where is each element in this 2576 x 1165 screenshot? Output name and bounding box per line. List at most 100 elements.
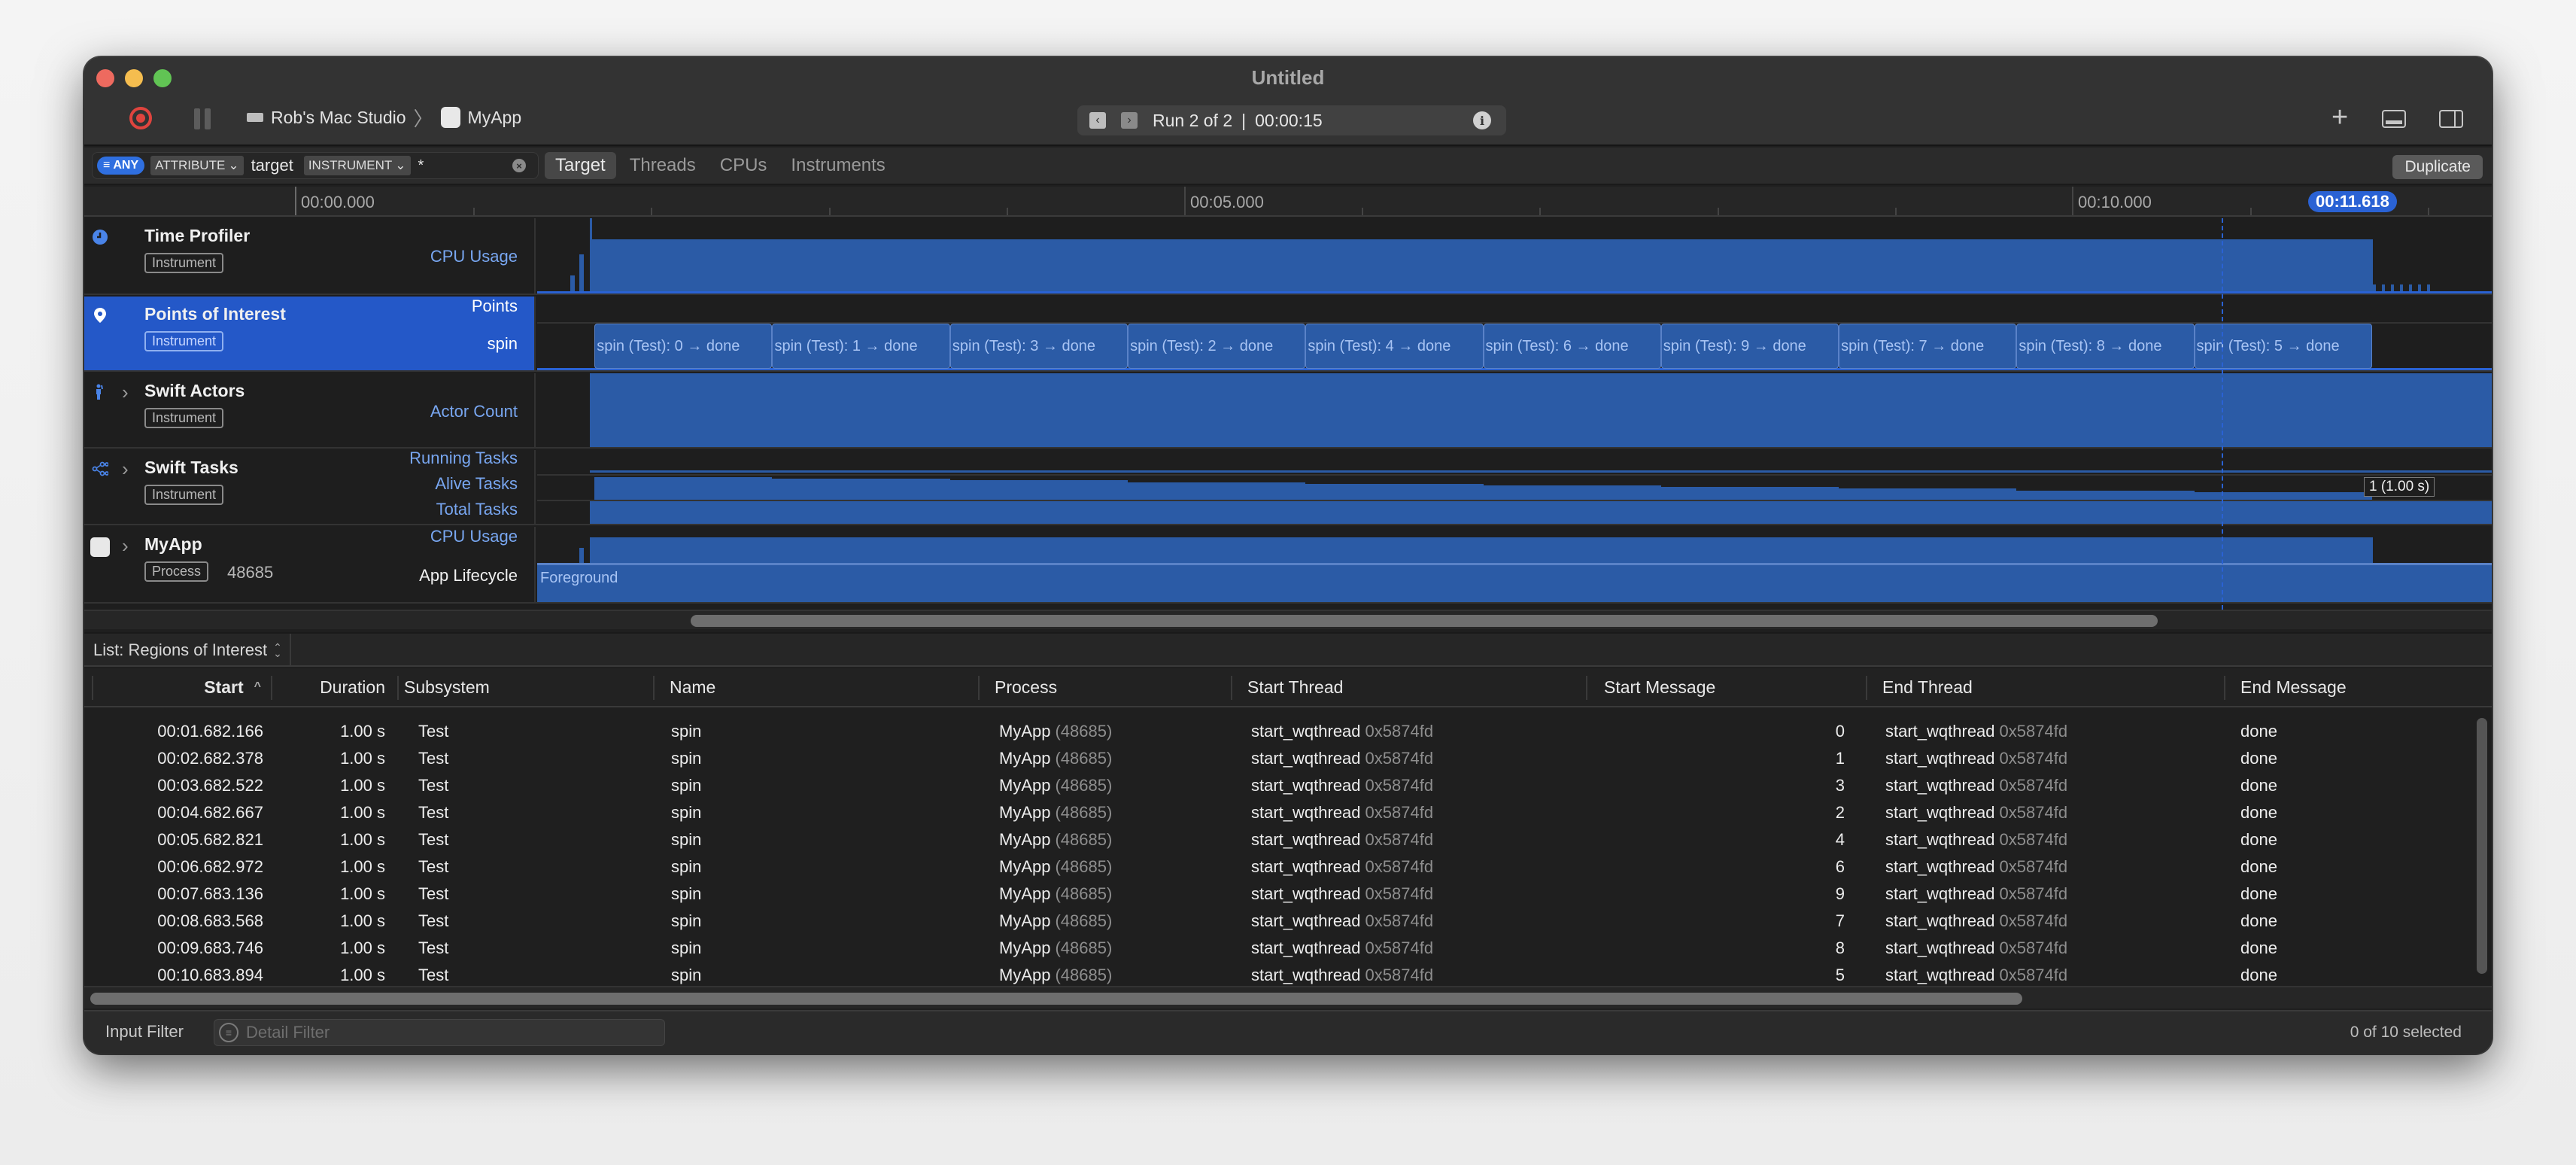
table-row[interactable]: 00:05.682.821 1.00 s Test spin MyApp (48685) s… (84, 826, 2469, 853)
detail-filter-input[interactable]: ≡ Detail Filter (214, 1019, 665, 1046)
end-message-value: done (2240, 830, 2277, 849)
poi-graph[interactable]: spin (Test): 0 → done spin (Test): 1 → do… (537, 297, 2492, 370)
tab-target[interactable]: Target (545, 152, 616, 179)
track-header[interactable]: › Swift Actors Instrument Actor Count (84, 373, 536, 447)
attribute-value[interactable]: target (251, 156, 293, 175)
column-header-subsystem[interactable]: Subsystem (404, 668, 490, 706)
track-points-of-interest[interactable]: Points of Interest Instrument Points spi… (84, 297, 2492, 372)
column-header-start[interactable]: Start ^ (99, 668, 261, 706)
poi-interval[interactable]: spin (Test): 1 → done (772, 324, 950, 369)
cpu-usage-graph[interactable] (537, 218, 2492, 294)
poi-interval[interactable]: spin (Test): 5 → done (2194, 324, 2372, 369)
table-row[interactable]: 00:01.682.166 1.00 s Test spin MyApp (48685) s… (84, 718, 2469, 745)
table-scroll-thumb[interactable] (90, 993, 2022, 1005)
playhead-line[interactable] (2222, 218, 2223, 610)
column-header-process[interactable]: Process (995, 668, 1057, 706)
match-any-token[interactable]: ≡ ANY (97, 157, 145, 175)
list-selector[interactable]: List: Regions of Interest ⌃ ⌄ (93, 634, 291, 667)
target-breadcrumb[interactable]: Rob's Mac Studio 〉 MyApp (247, 104, 521, 131)
track-swift-actors[interactable]: › Swift Actors Instrument Actor Count (84, 373, 2492, 449)
toggle-detail-panel-icon[interactable] (2382, 110, 2406, 128)
column-header-duration[interactable]: Duration (272, 668, 385, 706)
start-value: 00:02.682.378 (157, 749, 263, 768)
pause-button[interactable] (194, 108, 211, 129)
start-thread-id-value: 0x5874fd (1365, 884, 1434, 903)
playhead-time-badge[interactable]: 00:11.618 (2308, 191, 2397, 212)
disclosure-chevron-icon[interactable]: › (122, 458, 129, 481)
duplicate-button[interactable]: Duplicate (2392, 155, 2483, 179)
table-row[interactable]: 00:10.683.894 1.00 s Test spin MyApp (48685) s… (84, 962, 2469, 989)
track-swift-tasks[interactable]: › Swift Tasks Instrument Running Tasks A… (84, 449, 2492, 525)
lane-label-running-tasks: Running Tasks (409, 449, 518, 467)
record-button[interactable] (129, 107, 152, 129)
target-app-name[interactable]: MyApp (468, 108, 522, 128)
poi-interval[interactable]: spin (Test): 6 → done (1483, 324, 1661, 369)
end-thread-id-value: 0x5874fd (1999, 857, 2068, 876)
breadcrumb-separator: 〉 (413, 107, 433, 130)
table-row[interactable]: 00:08.683.568 1.00 s Test spin MyApp (48685) s… (84, 908, 2469, 935)
table-row[interactable]: 00:03.682.522 1.00 s Test spin MyApp (48685) s… (84, 772, 2469, 799)
column-header-start-thread[interactable]: Start Thread (1247, 668, 1343, 706)
actor-count-graph[interactable] (537, 373, 2492, 447)
myapp-graph[interactable]: Foreground (537, 527, 2492, 602)
poi-interval[interactable]: spin (Test): 8 → done (2016, 324, 2195, 369)
table-row[interactable]: 00:06.682.972 1.00 s Test spin MyApp (48685) s… (84, 853, 2469, 881)
tab-threads[interactable]: Threads (619, 152, 706, 179)
subsystem-value: Test (418, 938, 449, 957)
instrument-token-menu[interactable]: INSTRUMENT ⌄ (303, 156, 411, 175)
cell-start-thread: start_wqthread 0x5874fd (1251, 718, 1433, 745)
cpu-usage-spike (579, 254, 584, 294)
column-header-start-message[interactable]: Start Message (1604, 668, 1715, 706)
window-title: Untitled (1251, 66, 1325, 89)
track-header[interactable]: › MyApp Process 48685 CPU Usage App Life… (84, 527, 536, 602)
column-header-end-message[interactable]: End Message (2240, 668, 2347, 706)
start-thread-id-value: 0x5874fd (1365, 911, 1434, 930)
poi-interval[interactable]: spin (Test): 2 → done (1128, 324, 1306, 369)
track-type-badge: Instrument (144, 331, 224, 351)
table-vertical-scrollbar[interactable] (2477, 718, 2487, 974)
table-row[interactable]: 00:04.682.667 1.00 s Test spin MyApp (48685) s… (84, 799, 2469, 826)
table-row[interactable]: 00:09.683.746 1.00 s Test spin MyApp (48685) s… (84, 935, 2469, 962)
column-header-name[interactable]: Name (670, 668, 715, 706)
input-filter-label[interactable]: Input Filter (105, 1022, 184, 1042)
poi-interval[interactable]: spin (Test): 3 → done (949, 324, 1129, 369)
previous-run-button[interactable]: ‹ (1089, 112, 1106, 129)
track-myapp[interactable]: › MyApp Process 48685 CPU Usage App Life… (84, 527, 2492, 604)
disclosure-chevron-icon[interactable]: › (122, 381, 129, 404)
instrument-value[interactable]: * (418, 157, 424, 175)
table-row[interactable]: 00:02.682.378 1.00 s Test spin MyApp (48685) s… (84, 745, 2469, 772)
start-thread-value: start_wqthread (1251, 884, 1361, 903)
disclosure-chevron-icon[interactable]: › (122, 534, 129, 558)
track-header[interactable]: Time Profiler Instrument CPU Usage (84, 218, 536, 294)
poi-interval[interactable]: spin (Test): 4 → done (1305, 324, 1484, 369)
timeline-scroll-thumb[interactable] (691, 615, 2158, 627)
swift-tasks-graph[interactable]: 1 (1.00 s) (537, 450, 2492, 524)
timeline-ruler[interactable]: 00:00.000 00:05.000 00:10.000 00:11.618 (84, 187, 2492, 217)
toggle-inspector-panel-icon[interactable] (2439, 110, 2463, 128)
tab-cpus[interactable]: CPUs (709, 152, 778, 179)
clear-filter-icon[interactable]: × (512, 159, 526, 172)
tab-instruments[interactable]: Instruments (780, 152, 895, 179)
track-time-profiler[interactable]: Time Profiler Instrument CPU Usage (84, 218, 2492, 295)
attribute-token-menu[interactable]: ATTRIBUTE ⌄ (150, 156, 244, 175)
filter-icon: ≡ (219, 1023, 238, 1042)
device-name[interactable]: Rob's Mac Studio (271, 108, 406, 128)
cell-end-thread: start_wqthread 0x5874fd (1885, 881, 2067, 908)
poi-interval[interactable]: spin (Test): 0 → done (594, 324, 773, 369)
table-row[interactable]: 00:07.683.136 1.00 s Test spin MyApp (48685) s… (84, 881, 2469, 908)
track-filter-field[interactable]: ≡ ANY ATTRIBUTE ⌄ target INSTRUMENT ⌄ * … (92, 152, 539, 179)
cell-start-message: 6 (1589, 853, 1845, 881)
task-tree-icon (92, 461, 108, 476)
poi-interval[interactable]: spin (Test): 7 → done (1839, 324, 2017, 369)
track-header[interactable]: Points of Interest Instrument Points spi… (84, 297, 536, 370)
add-instrument-button[interactable]: + (2331, 103, 2348, 132)
run-navigator: ‹ › Run 2 of 2 | 00:00:15 i (1077, 105, 1506, 135)
table-horizontal-scrollbar[interactable] (84, 986, 2492, 1008)
poi-interval[interactable]: spin (Test): 9 → done (1660, 324, 1839, 369)
column-header-end-thread[interactable]: End Thread (1882, 668, 1973, 706)
cell-process: MyApp (48685) (999, 962, 1112, 989)
info-icon[interactable]: i (1473, 111, 1491, 129)
next-run-button[interactable]: › (1121, 112, 1138, 129)
timeline-scrollbar[interactable] (84, 610, 2492, 629)
track-header[interactable]: › Swift Tasks Instrument Running Tasks A… (84, 449, 536, 524)
